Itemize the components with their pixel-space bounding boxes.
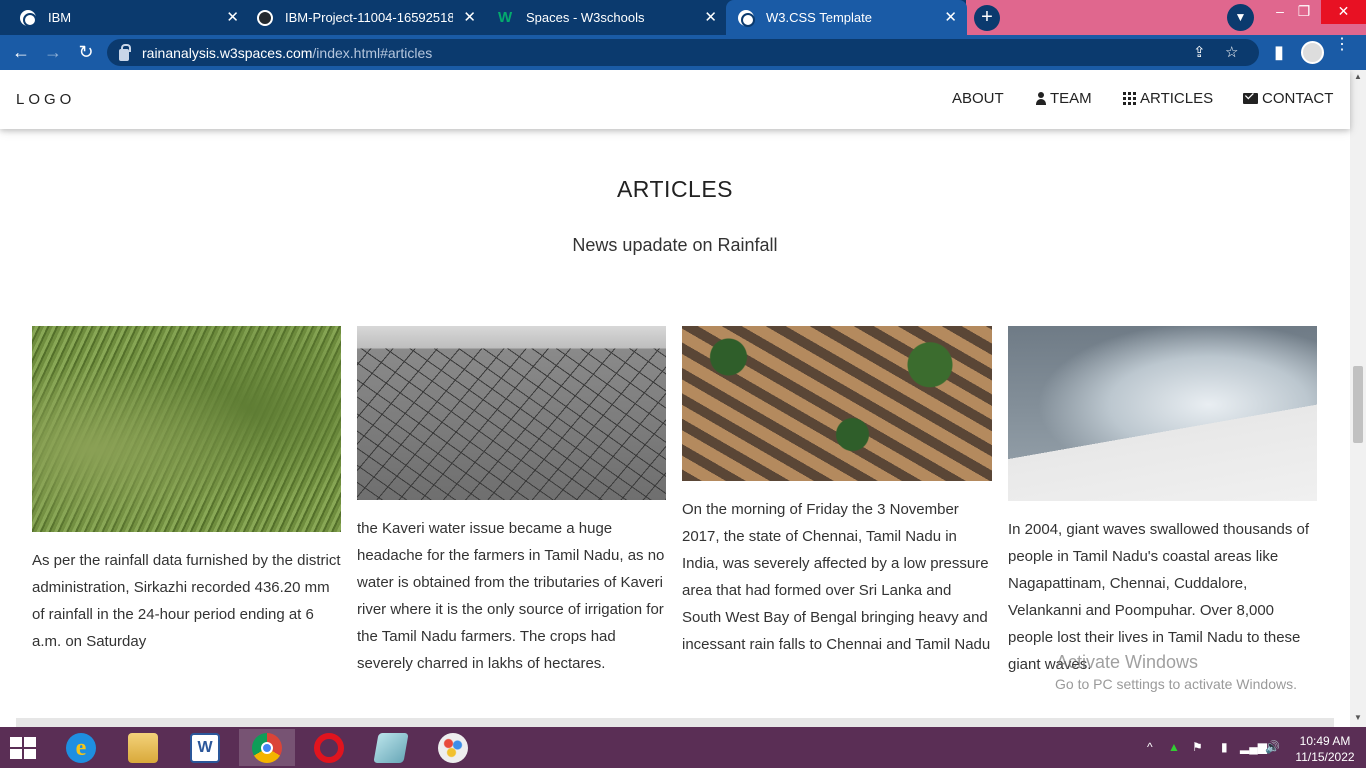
lock-icon [119,43,131,61]
signal-icon[interactable]: ▂▄▆ [1240,740,1267,754]
restore-icon[interactable]: ❐ [1289,0,1319,24]
show-hidden-icons[interactable]: ^ [1147,740,1153,754]
opera-icon[interactable] [301,729,357,766]
bookmark-star-icon[interactable]: ☆ [1225,43,1238,61]
network-status-icon[interactable]: ▲ [1168,740,1180,754]
browser-tab-ibm[interactable]: IBM ✕ [8,0,249,35]
cracked-dry-land-image [357,326,666,500]
globe-icon [20,9,37,27]
nav-label: ABOUT [952,90,1004,107]
tab-title: IBM [48,10,72,25]
article-card: As per the rainfall data furnished by th… [32,326,341,655]
forward-arrow-icon[interactable]: → [41,41,65,65]
address-bar[interactable]: rainanalysis.w3spaces.com/index.html#art… [107,39,1259,66]
tab-search-button[interactable]: ▼ [1227,4,1254,31]
giant-wave-image [1008,326,1317,501]
article-text: the Kaveri water issue became a huge hea… [357,520,665,672]
clock-date: 11/15/2022 [1295,750,1355,764]
toolbar: ← → ↻ rainanalysis.w3spaces.com/index.ht… [0,35,1366,70]
article-text: As per the rainfall data furnished by th… [32,552,341,650]
close-icon[interactable]: ✕ [704,8,717,26]
activation-watermark-text: Go to PC settings to activate Windows. [1055,676,1297,692]
close-icon[interactable]: ✕ [944,8,957,26]
article-card: On the morning of Friday the 3 November … [682,326,992,658]
nav-label: TEAM [1050,90,1092,107]
nav-articles[interactable]: ARTICLES [1123,90,1213,107]
globe-icon [738,9,755,27]
windows-start-icon[interactable] [10,737,38,761]
back-arrow-icon[interactable]: ← [9,41,33,65]
scrollbar-thumb[interactable] [1353,366,1363,443]
reload-icon[interactable]: ↻ [74,41,98,65]
clock-time: 10:49 AM [1299,734,1351,748]
article-card: the Kaveri water issue became a huge hea… [357,326,666,677]
nav-contact[interactable]: CONTACT [1243,90,1333,107]
url-host: rainanalysis.w3spaces.com [142,44,313,61]
nav-about[interactable]: ABOUT [952,90,1004,107]
browser-tab-github[interactable]: IBM-Project-11004-1659251853/ ✕ [245,0,486,35]
file-explorer-icon[interactable] [115,729,171,766]
site-navbar: LOGO ABOUT TEAM ARTICLES CONTACT [0,70,1350,129]
envelope-icon [1243,93,1258,104]
article-text: On the morning of Friday the 3 November … [682,501,991,653]
volume-icon[interactable]: 🔊 [1265,740,1280,754]
notepad-icon[interactable] [363,729,419,766]
site-logo[interactable]: LOGO [16,91,75,108]
scroll-down-icon[interactable]: ▼ [1354,713,1362,722]
nav-label: ARTICLES [1140,90,1214,107]
nav-label: CONTACT [1262,90,1334,107]
w3schools-icon: W [498,8,513,26]
article-card: In 2004, giant waves swallowed thousands… [1008,326,1317,678]
nav-team[interactable]: TEAM [1036,90,1092,107]
tab-strip: IBM ✕ IBM-Project-11004-1659251853/ ✕ W … [0,0,1366,35]
side-panel-icon[interactable]: ▮ [1267,41,1291,65]
user-icon [1036,92,1046,105]
menu-kebab-icon[interactable]: ⋮ [1334,37,1350,53]
flattened-crop-field-image [32,326,341,532]
share-icon[interactable]: ⇪ [1193,43,1206,61]
github-icon [257,9,273,26]
battery-icon[interactable]: ▮ [1221,740,1228,754]
new-tab-button[interactable]: + [974,5,1000,31]
word-icon[interactable]: W [177,729,233,766]
windows-taskbar: e W ^ ▲ ⚑ ▮ ▂▄▆ 🔊 [0,727,1366,768]
flag-icon[interactable]: ⚑ [1192,740,1203,754]
system-clock[interactable]: 10:49 AM 11/15/2022 [1290,733,1360,765]
paint-icon[interactable] [425,729,481,766]
url-path: /index.html#articles [312,44,433,61]
activation-watermark-title: Activate Windows [1056,652,1199,672]
close-icon[interactable]: ✕ [463,8,476,26]
profile-avatar[interactable] [1301,41,1324,64]
tab-title: W3.CSS Template [766,10,872,25]
next-section-edge [16,718,1334,727]
tab-title: IBM-Project-11004-1659251853/ [285,10,453,25]
flooded-town-aerial-image [682,326,992,481]
chrome-icon[interactable] [239,729,295,766]
browser-tab-w3css-template[interactable]: W3.CSS Template ✕ [726,0,967,35]
window-close-button[interactable]: ✕ [1321,0,1366,24]
section-subtitle: News upadate on Rainfall [572,235,778,255]
page-scrollbar[interactable]: ▲ ▼ [1350,70,1366,727]
grid-icon [1123,92,1136,105]
section-title: ARTICLES [616,176,734,202]
browser-tab-w3schools[interactable]: W Spaces - W3schools ✕ [486,0,727,35]
scroll-up-icon[interactable]: ▲ [1354,72,1362,81]
close-icon[interactable]: ✕ [226,8,239,26]
web-page: LOGO ABOUT TEAM ARTICLES CONTACT ARTICLE… [0,70,1366,727]
internet-explorer-icon[interactable]: e [53,729,109,766]
tab-title: Spaces - W3schools [526,10,645,25]
